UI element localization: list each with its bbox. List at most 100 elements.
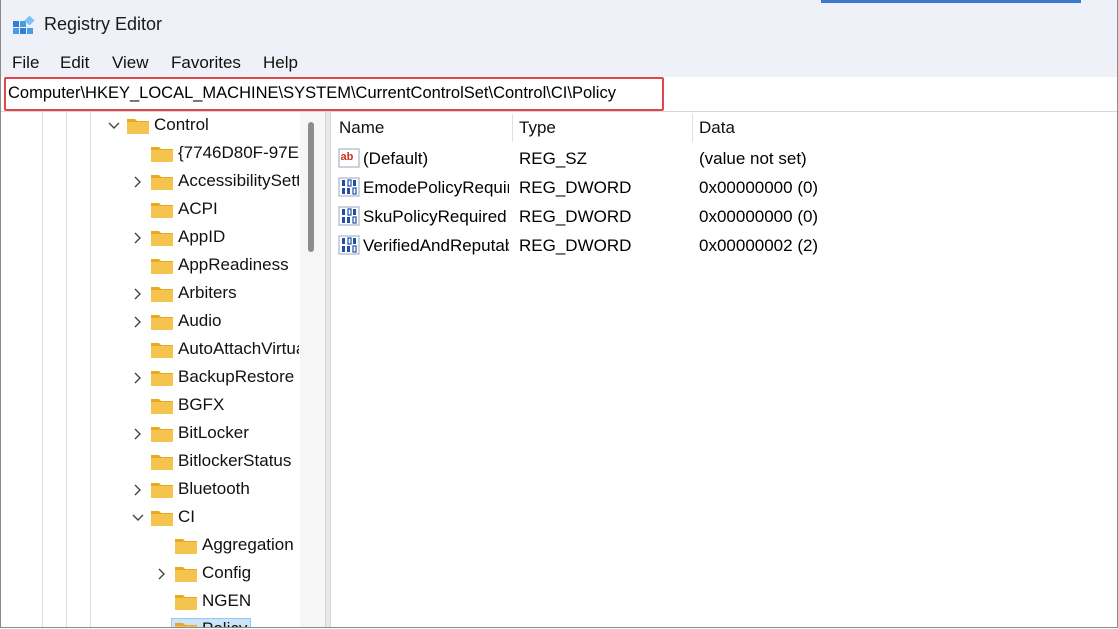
tree-item-label: AutoAttachVirtualDisks (178, 339, 299, 358)
tree-item-label: Config (202, 563, 252, 582)
value-row[interactable]: SkuPolicyRequired REG_DWORD 0x00000000 (0) (332, 202, 1117, 231)
tree-item-label: BGFX (178, 395, 225, 414)
menu-edit[interactable]: Edit (60, 53, 89, 73)
tree-item-label: BitlockerStatus (178, 451, 292, 470)
tree-item-label: BackupRestore (178, 367, 295, 386)
value-row[interactable]: EmodePolicyRequired REG_DWORD 0x00000000 (… (332, 173, 1117, 202)
binary-value-icon (338, 177, 360, 197)
folder-icon (151, 455, 173, 470)
chevron-down-icon[interactable] (107, 119, 121, 133)
value-name: SkuPolicyRequired (363, 207, 507, 226)
window-title: Registry Editor (44, 14, 163, 34)
tree-item[interactable]: AccessibilitySettings (1, 168, 299, 196)
column-header-data[interactable]: Data (699, 118, 735, 138)
folder-icon (127, 119, 149, 134)
tree-item[interactable]: Config (1, 560, 299, 588)
column-header-type[interactable]: Type (519, 118, 556, 138)
column-header-name[interactable]: Name (339, 118, 384, 138)
tree-item[interactable]: NGEN (1, 588, 299, 616)
menu-help[interactable]: Help (263, 53, 298, 73)
value-data: 0x00000002 (2) (699, 236, 819, 255)
binary-value-icon (338, 206, 360, 226)
chevron-right-icon[interactable] (131, 175, 145, 189)
folder-icon (151, 147, 173, 162)
menu-file[interactable]: File (12, 53, 39, 73)
tree-item[interactable]: Policy (1, 616, 299, 627)
tree-item-label: Aggregation (202, 535, 294, 554)
folder-icon (151, 343, 173, 358)
folder-icon (175, 539, 197, 554)
tree-item[interactable]: CI (1, 504, 299, 532)
tree-item[interactable]: ACPI (1, 196, 299, 224)
tree-item[interactable]: Audio (1, 308, 299, 336)
tree-item[interactable]: BitlockerStatus (1, 448, 299, 476)
tree-item[interactable]: Bluetooth (1, 476, 299, 504)
folder-icon (151, 287, 173, 302)
tree-item[interactable]: BGFX (1, 392, 299, 420)
tree-scroll-thumb[interactable] (308, 122, 314, 252)
tree-item[interactable]: AppID (1, 224, 299, 252)
tree-item[interactable]: Control (1, 112, 299, 140)
tree-item[interactable]: AppReadiness (1, 252, 299, 280)
tree-item[interactable]: BackupRestore (1, 364, 299, 392)
registry-editor-icon (13, 15, 35, 34)
folder-icon (175, 595, 197, 610)
tree-item[interactable]: BitLocker (1, 420, 299, 448)
folder-icon (151, 259, 173, 274)
chevron-right-icon[interactable] (155, 567, 169, 581)
value-list-pane[interactable]: Name Type Data ab (Default) REG_SZ (value n… (332, 112, 1117, 627)
key-tree-pane[interactable]: Control {7746D80F-97E0-4E26-9543-26B41FC2… (1, 112, 325, 627)
key-tree: Control {7746D80F-97E0-4E26-9543-26B41FC2… (1, 112, 299, 627)
chevron-right-icon[interactable] (131, 315, 145, 329)
menu-bar: File Edit View Favorites Help (1, 50, 1117, 77)
folder-icon (151, 315, 173, 330)
value-type: REG_DWORD (519, 178, 632, 197)
menu-view[interactable]: View (112, 53, 149, 73)
address-bar[interactable]: Computer\HKEY_LOCAL_MACHINE\SYSTEM\Curre… (1, 77, 1117, 112)
value-row[interactable]: ab (Default) REG_SZ (value not set) (332, 144, 1117, 173)
chevron-right-icon[interactable] (131, 231, 145, 245)
registry-editor-window: Registry Editor File Edit View Favorites… (0, 0, 1118, 628)
tree-item-label: Bluetooth (178, 479, 250, 498)
value-data: 0x00000000 (0) (699, 207, 819, 226)
column-separator[interactable] (692, 114, 693, 142)
tree-item-label: AppReadiness (178, 255, 289, 274)
tree-item-label: Control (154, 115, 209, 134)
tree-item[interactable]: AutoAttachVirtualDisks (1, 336, 299, 364)
folder-icon (151, 175, 173, 190)
tree-item-label: Audio (178, 311, 222, 330)
tree-item-label: ACPI (178, 199, 218, 218)
title-accent (821, 0, 1081, 3)
menu-favorites[interactable]: Favorites (171, 53, 241, 73)
chevron-right-icon[interactable] (131, 371, 145, 385)
tree-item-label: NGEN (202, 591, 252, 610)
folder-icon (151, 231, 173, 246)
folder-icon (175, 623, 197, 627)
tree-item-label: {7746D80F-97E0-4E26-9543-26B41FC22F79} (178, 143, 299, 162)
pane-splitter[interactable] (325, 112, 331, 627)
svg-text:ab: ab (341, 151, 354, 163)
tree-item-label: BitLocker (178, 423, 249, 442)
address-path[interactable]: Computer\HKEY_LOCAL_MACHINE\SYSTEM\Curre… (8, 84, 616, 103)
tree-item[interactable]: Arbiters (1, 280, 299, 308)
tree-scrollbar[interactable] (300, 112, 325, 627)
tree-item-label: AppID (178, 227, 226, 246)
folder-icon (175, 567, 197, 582)
column-separator[interactable] (512, 114, 513, 142)
value-type: REG_SZ (519, 149, 588, 168)
folder-icon (151, 427, 173, 442)
value-row[interactable]: VerifiedAndReputablePolicyState REG_DWORD… (332, 231, 1117, 260)
chevron-right-icon[interactable] (131, 483, 145, 497)
chevron-down-icon[interactable] (131, 511, 145, 525)
tree-item-label: Arbiters (178, 283, 237, 302)
tree-item[interactable]: {7746D80F-97E0-4E26-9543-26B41FC22F79} (1, 140, 299, 168)
chevron-right-icon[interactable] (131, 287, 145, 301)
value-data: (value not set) (699, 149, 807, 168)
string-value-icon: ab (338, 148, 360, 168)
tree-item[interactable]: Aggregation (1, 532, 299, 560)
folder-icon (151, 511, 173, 526)
binary-value-icon (338, 235, 360, 255)
chevron-right-icon[interactable] (131, 427, 145, 441)
folder-icon (151, 399, 173, 414)
title-bar: Registry Editor (1, 0, 1117, 50)
